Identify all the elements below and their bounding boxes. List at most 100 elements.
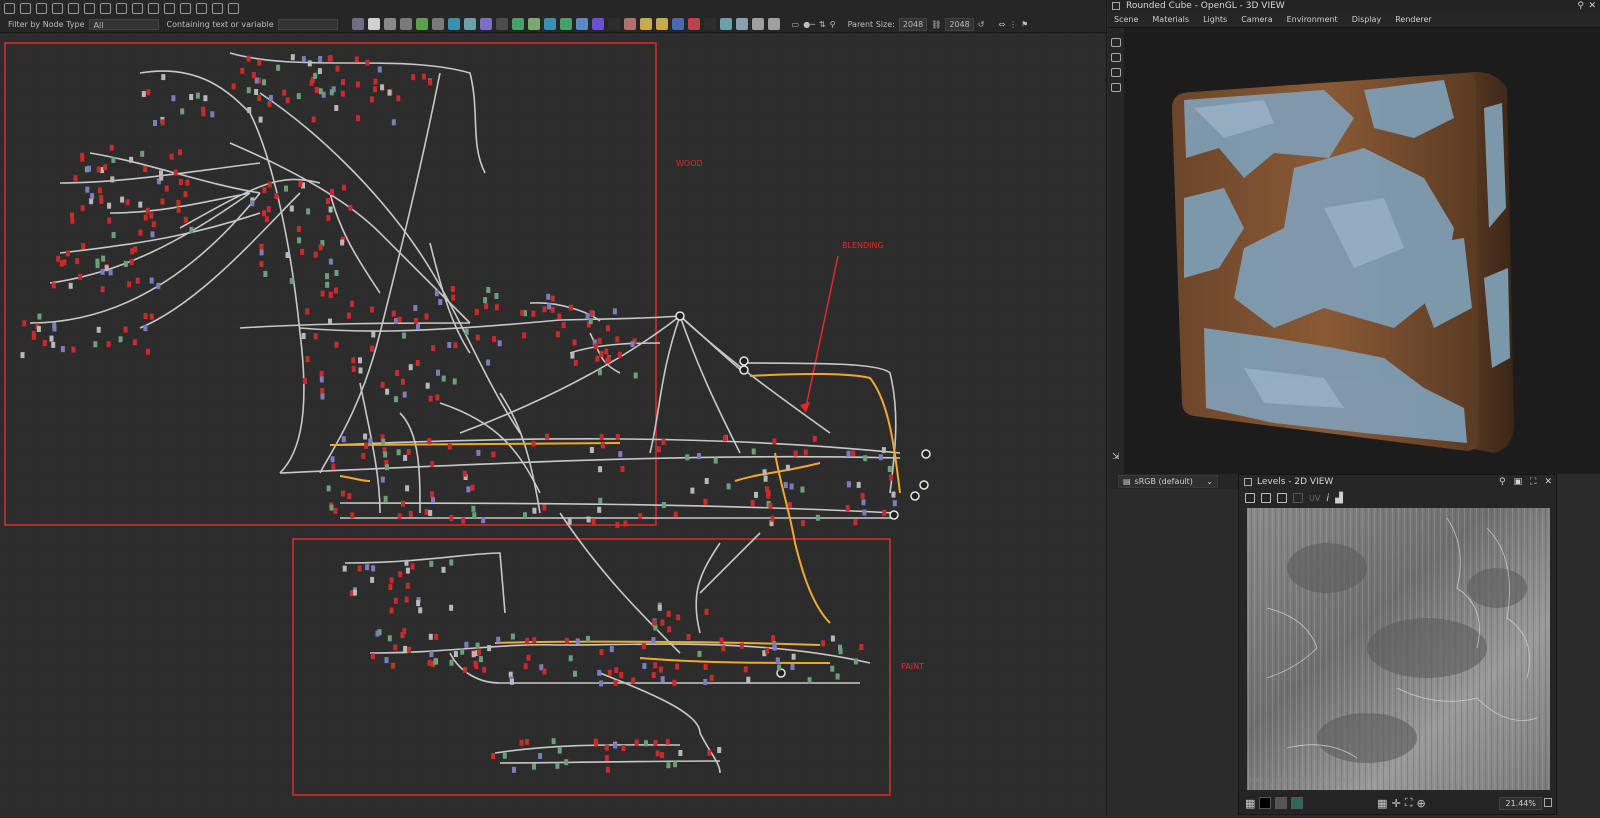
- graph-node[interactable]: [887, 466, 892, 472]
- graph-node[interactable]: [803, 449, 808, 456]
- graph-node[interactable]: [441, 375, 446, 382]
- graph-node[interactable]: [361, 453, 366, 459]
- graph-node[interactable]: [357, 565, 362, 572]
- graph-node[interactable]: [532, 507, 537, 514]
- graph-node[interactable]: [653, 662, 658, 669]
- graph-node[interactable]: [642, 663, 647, 669]
- graph-node[interactable]: [389, 577, 394, 584]
- graph-node[interactable]: [159, 174, 164, 181]
- graph-node[interactable]: [284, 185, 288, 192]
- graph-node[interactable]: [402, 628, 407, 635]
- graph-node[interactable]: [651, 637, 656, 644]
- graph-node[interactable]: [415, 360, 420, 366]
- graph-node[interactable]: [462, 470, 467, 477]
- center-icon[interactable]: ✛: [1392, 797, 1401, 810]
- graph-node[interactable]: [383, 495, 388, 502]
- graph-node[interactable]: [835, 673, 840, 680]
- graph-node[interactable]: [634, 739, 639, 746]
- graph-node[interactable]: [319, 376, 324, 383]
- graph-node[interactable]: [633, 372, 638, 379]
- graph-node[interactable]: [613, 742, 618, 749]
- graph-node[interactable]: [123, 326, 128, 333]
- graph-node[interactable]: [421, 73, 426, 80]
- graph-node[interactable]: [384, 657, 389, 664]
- graph-node[interactable]: [846, 450, 851, 457]
- graph-node[interactable]: [615, 434, 620, 440]
- straight-link-icon[interactable]: ⇅: [819, 20, 826, 29]
- graph-node[interactable]: [129, 156, 134, 163]
- graph-node[interactable]: [100, 268, 105, 275]
- graph-node[interactable]: [471, 505, 476, 512]
- graph-node[interactable]: [772, 644, 777, 651]
- graph-node[interactable]: [656, 446, 661, 453]
- graph-node[interactable]: [370, 576, 375, 583]
- graph-node[interactable]: [385, 388, 390, 395]
- graph-node[interactable]: [522, 332, 527, 339]
- value-processor-icon[interactable]: [607, 18, 620, 30]
- menu-camera[interactable]: Camera: [1241, 15, 1272, 24]
- graph-node[interactable]: [262, 187, 267, 194]
- graph-node[interactable]: [118, 336, 123, 343]
- graph-node[interactable]: [717, 747, 722, 753]
- graph-node[interactable]: [246, 55, 251, 62]
- graph-node[interactable]: [762, 469, 767, 476]
- graph-node[interactable]: [585, 313, 590, 320]
- graph-node[interactable]: [303, 378, 307, 384]
- graph-node[interactable]: [110, 176, 115, 183]
- graph-node[interactable]: [51, 341, 56, 348]
- graph-node[interactable]: [429, 560, 434, 567]
- graph-node[interactable]: [466, 486, 471, 493]
- graph-node[interactable]: [326, 215, 331, 222]
- duplicate-icon[interactable]: [1277, 493, 1287, 503]
- graph-editor[interactable]: Filter by Node Type All Containing text …: [0, 0, 1107, 815]
- graph-node[interactable]: [290, 54, 295, 61]
- graph-node[interactable]: [573, 359, 578, 366]
- graph-node[interactable]: [60, 346, 65, 353]
- graph-node[interactable]: [395, 370, 400, 376]
- graph-node[interactable]: [551, 738, 556, 745]
- graph-node[interactable]: [473, 660, 478, 667]
- graph-node[interactable]: [123, 260, 128, 267]
- graph-node[interactable]: [410, 563, 415, 570]
- graph-node[interactable]: [523, 663, 528, 670]
- pixel-processor-icon[interactable]: [591, 18, 604, 30]
- graph-node[interactable]: [452, 378, 457, 385]
- graph-node[interactable]: [259, 249, 264, 256]
- gray-swatch[interactable]: [1275, 797, 1288, 809]
- comment-icon[interactable]: [116, 2, 127, 14]
- graph-node[interactable]: [449, 604, 454, 611]
- graph-node[interactable]: [391, 662, 396, 669]
- graph-node[interactable]: [289, 277, 294, 284]
- graph-node[interactable]: [306, 208, 311, 215]
- graph-node[interactable]: [90, 193, 95, 200]
- graph-node[interactable]: [341, 490, 345, 497]
- graph-node[interactable]: [483, 297, 488, 304]
- graph-node[interactable]: [368, 438, 373, 445]
- graph-node[interactable]: [169, 153, 174, 160]
- graph-node[interactable]: [413, 305, 418, 311]
- graph-node[interactable]: [334, 270, 339, 276]
- graph-node[interactable]: [32, 332, 36, 339]
- graph-node[interactable]: [355, 81, 360, 88]
- graph-node[interactable]: [482, 666, 487, 673]
- graph-node[interactable]: [328, 206, 333, 213]
- graph-node[interactable]: [146, 89, 151, 96]
- maximize-icon[interactable]: ⛶: [1530, 475, 1536, 490]
- graph-node[interactable]: [686, 634, 691, 640]
- graph-node[interactable]: [449, 659, 454, 666]
- graph-node[interactable]: [365, 564, 370, 571]
- graph-node[interactable]: [434, 633, 439, 640]
- graph-node[interactable]: [494, 293, 499, 299]
- graph-node[interactable]: [494, 304, 499, 311]
- graph-node[interactable]: [326, 198, 330, 205]
- graph-node[interactable]: [607, 669, 612, 676]
- blur-icon[interactable]: [479, 18, 492, 30]
- graph-node[interactable]: [132, 339, 137, 346]
- graph-node[interactable]: [75, 258, 80, 265]
- graph-node[interactable]: [160, 198, 165, 205]
- graph-node[interactable]: [264, 216, 269, 223]
- hsl-icon[interactable]: [511, 18, 524, 30]
- warp-icon[interactable]: [447, 18, 460, 30]
- graph-node[interactable]: [526, 654, 531, 661]
- graph-node[interactable]: [143, 166, 148, 173]
